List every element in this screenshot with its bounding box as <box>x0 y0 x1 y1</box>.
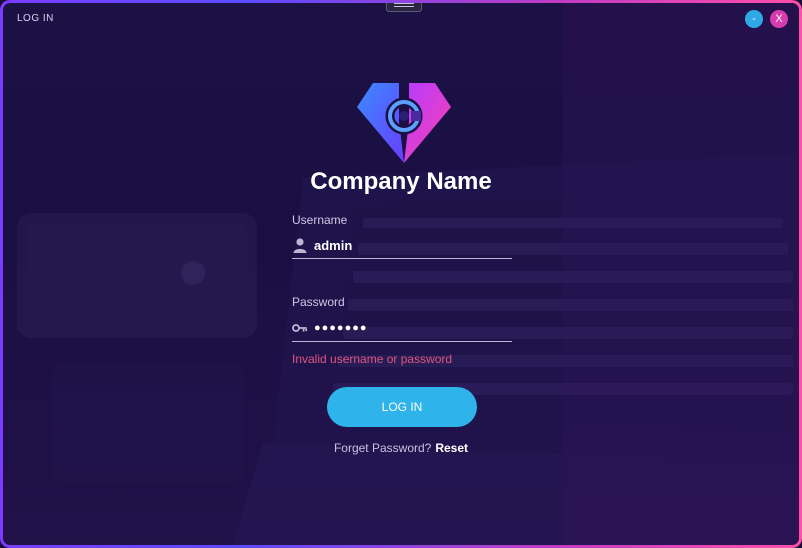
error-message: Invalid username or password <box>292 352 453 366</box>
forgot-password-text: Forget Password? <box>333 441 432 455</box>
user-icon <box>293 238 307 253</box>
reset-link[interactable]: Reset <box>435 441 468 455</box>
window-title: LOG IN <box>17 13 54 24</box>
login-button[interactable]: LOG IN <box>327 387 477 427</box>
login-window: LOG IN - X Company Name Username admin P… <box>0 0 802 548</box>
key-icon <box>292 324 308 332</box>
minimize-button[interactable]: - <box>745 10 763 28</box>
forgot-password-row: Forget Password? Reset <box>3 441 799 455</box>
diamond-c-logo-icon <box>357 83 451 163</box>
close-button[interactable]: X <box>770 10 788 28</box>
username-field[interactable] <box>292 234 512 259</box>
password-input[interactable]: ●●●●●●● <box>314 318 504 338</box>
password-field[interactable]: ●●●●●●● <box>292 317 512 342</box>
company-name: Company Name <box>310 168 492 195</box>
username-input[interactable] <box>314 235 504 255</box>
drag-handle[interactable] <box>386 3 422 12</box>
username-label: Username <box>292 213 348 227</box>
password-label: Password <box>292 295 345 309</box>
